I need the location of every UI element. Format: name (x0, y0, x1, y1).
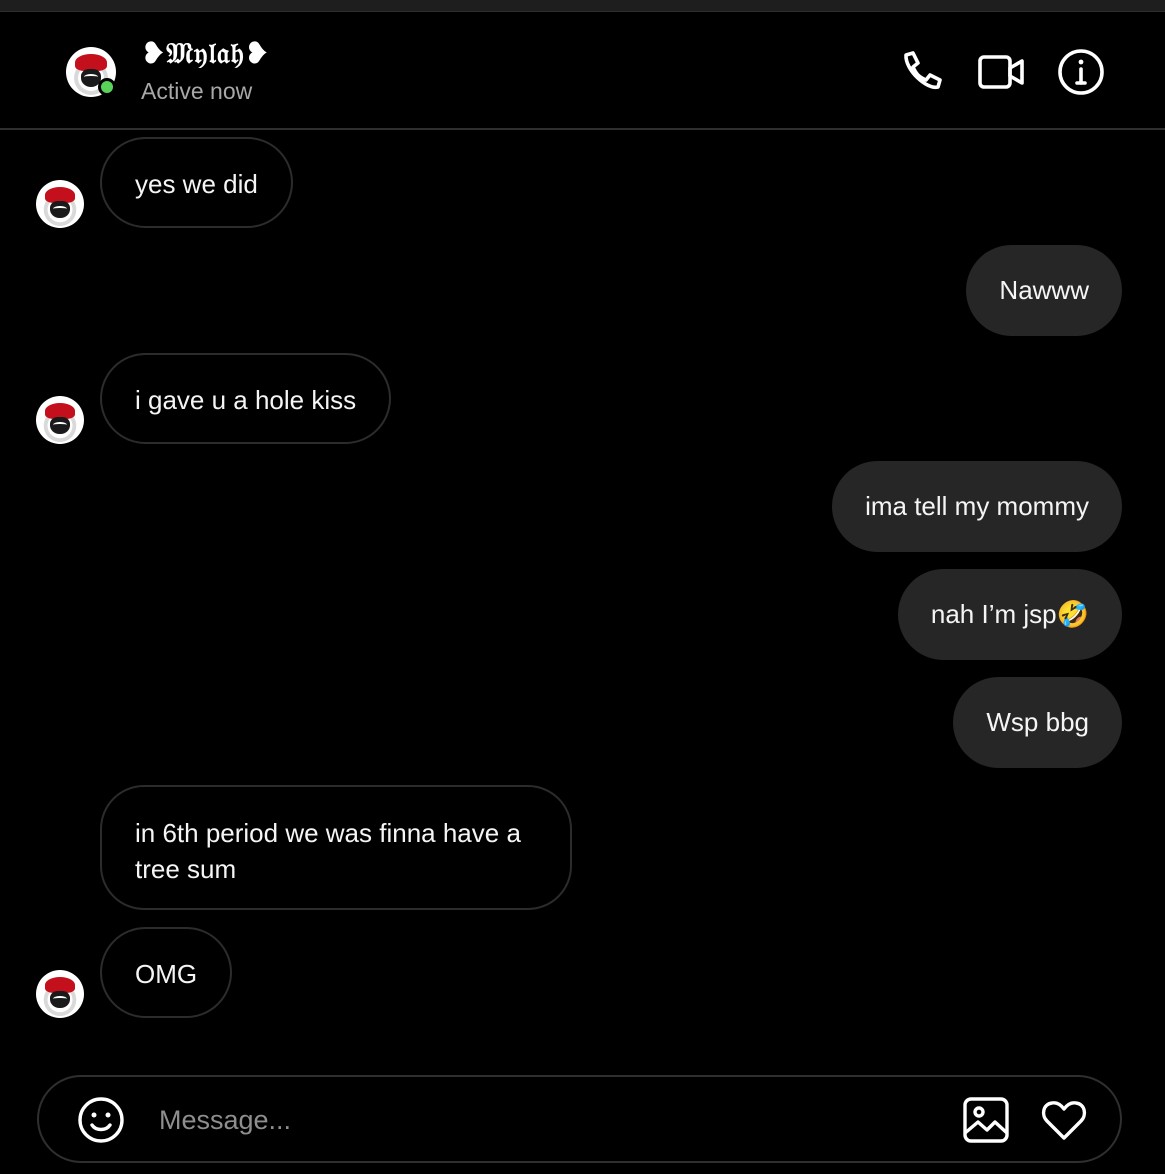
phone-icon[interactable] (897, 48, 945, 96)
heart-icon[interactable] (1039, 1095, 1089, 1145)
sender-avatar[interactable] (36, 970, 84, 1018)
outgoing-message[interactable]: Nawww (966, 245, 1122, 336)
incoming-message[interactable]: yes we did (100, 137, 293, 228)
info-icon[interactable] (1057, 48, 1105, 96)
outgoing-message[interactable]: ima tell my mommy (832, 461, 1122, 552)
outgoing-message[interactable]: nah I’m jsp🤣 (897, 569, 1122, 660)
sender-avatar[interactable] (36, 180, 84, 228)
sender-avatar[interactable] (36, 396, 84, 444)
online-status-dot (98, 78, 116, 96)
message-composer (37, 1075, 1122, 1163)
message-input[interactable] (157, 1097, 921, 1143)
video-camera-icon[interactable] (977, 48, 1025, 96)
window-top-strip (0, 0, 1165, 12)
image-icon[interactable] (961, 1095, 1011, 1145)
incoming-message[interactable]: in 6th period we was finna have a tree s… (100, 785, 572, 910)
outgoing-message[interactable]: Wsp bbg (953, 677, 1122, 768)
emoji-icon[interactable] (77, 1096, 125, 1144)
incoming-message[interactable]: OMG (100, 927, 233, 1018)
incoming-message[interactable]: i gave u a hole kiss (100, 353, 392, 444)
contact-name[interactable]: ❥𝔐𝔶𝔩𝔞𝔥❥ (141, 36, 270, 71)
contact-status: Active now (141, 78, 253, 104)
chat-header: ❥𝔐𝔶𝔩𝔞𝔥❥ Active now (0, 12, 1165, 130)
